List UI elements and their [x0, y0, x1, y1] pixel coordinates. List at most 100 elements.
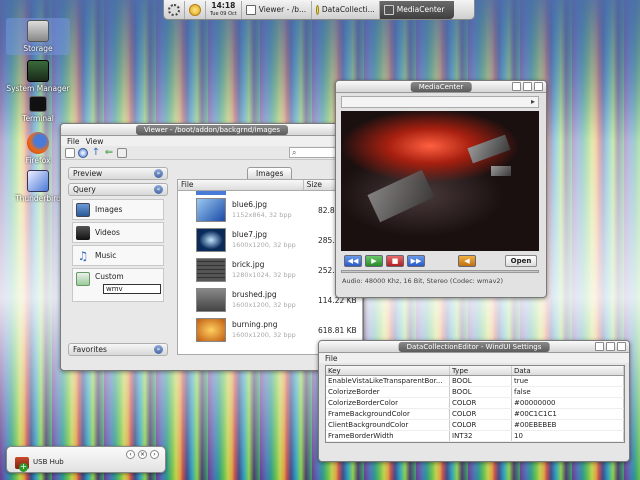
videos-icon: [76, 225, 90, 240]
playback-progress[interactable]: [341, 270, 539, 273]
settings-table: Key Type Data EnableVistaLikeTransparent…: [325, 365, 625, 443]
query-header[interactable]: Query «: [68, 183, 168, 196]
images-icon: [76, 202, 90, 217]
desktop-icon-system-manager[interactable]: System Manager: [6, 60, 70, 93]
table-row[interactable]: FrameBackgroundColor COLOR #00C1C1C1: [326, 409, 624, 420]
custom-icon: [76, 272, 90, 286]
datacollection-titlebar[interactable]: DataCollectionEditor - WindUI Settings: [319, 341, 629, 353]
query-item-videos[interactable]: Videos: [72, 222, 164, 243]
previous-icon[interactable]: ‹: [126, 450, 135, 459]
terminal-icon: [29, 96, 47, 112]
menu-file[interactable]: File: [325, 354, 338, 363]
previous-icon[interactable]: ◀◀: [344, 254, 362, 267]
thumbnail: [196, 258, 226, 282]
table-row[interactable]: FrameBorderWidth INT32 10: [326, 431, 624, 442]
window-title: DataCollectionEditor - WindUI Settings: [398, 342, 550, 352]
weather-button[interactable]: [185, 0, 206, 19]
menu-file[interactable]: File: [67, 137, 80, 146]
close-icon[interactable]: ×: [138, 450, 147, 459]
video-frame-detail: [367, 169, 435, 223]
minimize-icon[interactable]: [512, 82, 521, 91]
viewer-menubar: File View: [61, 136, 363, 146]
task-mediacenter[interactable]: MediaCenter: [379, 0, 454, 19]
desktop-icon-storage[interactable]: Storage: [6, 18, 70, 55]
task-viewer[interactable]: Viewer - /b...: [242, 0, 312, 19]
favorites-label: Favorites: [73, 345, 107, 354]
query-item-images[interactable]: Images: [72, 199, 164, 220]
new-icon[interactable]: [65, 147, 75, 158]
view-icon[interactable]: [117, 147, 127, 158]
top-taskbar: 14:18 Tue 09 Oct Viewer - /b... DataColl…: [163, 0, 475, 20]
file-size: 618.81 KB: [318, 325, 357, 335]
up-arrow-icon[interactable]: ↑: [91, 147, 101, 158]
chevron-down-icon[interactable]: »: [154, 169, 163, 178]
media-icon: [383, 4, 394, 15]
desktop-icon-label: System Manager: [6, 84, 70, 93]
close-icon[interactable]: [534, 82, 543, 91]
mediacenter-titlebar[interactable]: MediaCenter: [336, 81, 546, 93]
query-item-music[interactable]: ♫ Music: [72, 245, 164, 266]
chevron-down-icon[interactable]: »: [154, 345, 163, 354]
next-icon[interactable]: ▶▶: [407, 254, 425, 267]
video-frame-detail: [467, 134, 511, 164]
cell-data: 10: [512, 431, 624, 441]
system-menu-button[interactable]: [164, 0, 185, 19]
clock[interactable]: 14:18 Tue 09 Oct: [206, 0, 242, 19]
back-arrow-icon[interactable]: ⇐: [104, 147, 114, 158]
add-icon: +: [19, 462, 28, 472]
desktop-icon-terminal[interactable]: Terminal: [6, 96, 70, 123]
cell-key: ColorizeBorder: [326, 387, 450, 397]
desktop-icon-label: Terminal: [22, 114, 54, 123]
cell-data: #00000000: [512, 398, 624, 408]
table-row[interactable]: ColorizeBorder BOOL false: [326, 387, 624, 398]
mediacenter-window: MediaCenter ▸ ◀◀ ▶ ■ ▶▶ ◀ Open Audio: 48…: [335, 80, 547, 298]
usb-label: USB Hub: [33, 458, 64, 466]
cell-key: ClientBackgroundColor: [326, 420, 450, 430]
usb-notification: ‹ × › + USB Hub: [6, 446, 166, 473]
playlist-icon[interactable]: ▸: [531, 97, 535, 106]
datacollection-menubar: File: [319, 353, 629, 363]
preview-header[interactable]: Preview »: [68, 167, 168, 180]
task-label: MediaCenter: [396, 5, 445, 14]
cell-data: #00C1C1C1: [512, 409, 624, 419]
music-icon: ♫: [77, 248, 89, 263]
thumbnail: [196, 198, 226, 222]
maximize-icon[interactable]: [606, 342, 615, 351]
query-item-custom[interactable]: Custom wmv: [72, 268, 164, 302]
window-title: Viewer - /boot/addon/backgrnd/images: [135, 125, 289, 135]
chevron-up-icon[interactable]: «: [154, 185, 163, 194]
play-icon[interactable]: ▶: [365, 254, 383, 267]
table-row[interactable]: ColorizeBorderColor COLOR #00000000: [326, 398, 624, 409]
viewer-window: Viewer - /boot/addon/backgrnd/images Fil…: [60, 123, 364, 371]
refresh-icon[interactable]: [78, 147, 88, 158]
cell-type: COLOR: [450, 409, 512, 419]
query-label: Query: [73, 185, 96, 194]
volume-icon[interactable]: ◀: [458, 254, 476, 267]
column-data[interactable]: Data: [512, 366, 624, 375]
close-icon[interactable]: [617, 342, 626, 351]
stop-icon[interactable]: ■: [386, 254, 404, 267]
open-button[interactable]: Open: [505, 254, 537, 267]
firefox-icon: [27, 132, 49, 154]
column-file[interactable]: File: [178, 180, 304, 190]
next-icon[interactable]: ›: [150, 450, 159, 459]
custom-query-input[interactable]: wmv: [103, 284, 161, 294]
task-datacollection[interactable]: DataCollecti...: [312, 0, 380, 19]
minimize-icon[interactable]: [595, 342, 604, 351]
video-frame-detail: [491, 166, 511, 176]
maximize-icon[interactable]: [523, 82, 532, 91]
video-area[interactable]: [341, 111, 539, 251]
table-row[interactable]: ClientBackgroundColor COLOR #00EBEBEB: [326, 420, 624, 431]
file-dims: 1600x1200, 32 bpp: [232, 301, 296, 309]
clock-time: 14:18: [211, 0, 236, 10]
table-row[interactable]: EnableVistaLikeTransparentBor... BOOL tr…: [326, 376, 624, 387]
column-key[interactable]: Key: [326, 366, 450, 375]
column-type[interactable]: Type: [450, 366, 512, 375]
clock-date: Tue 09 Oct: [210, 10, 237, 17]
viewer-titlebar[interactable]: Viewer - /boot/addon/backgrnd/images: [61, 124, 363, 136]
tab-images[interactable]: Images: [247, 167, 293, 179]
favorites-header[interactable]: Favorites »: [68, 343, 168, 356]
file-dims: 1600x1200, 32 bpp: [232, 331, 296, 339]
cell-type: COLOR: [450, 398, 512, 408]
menu-view[interactable]: View: [86, 137, 104, 146]
